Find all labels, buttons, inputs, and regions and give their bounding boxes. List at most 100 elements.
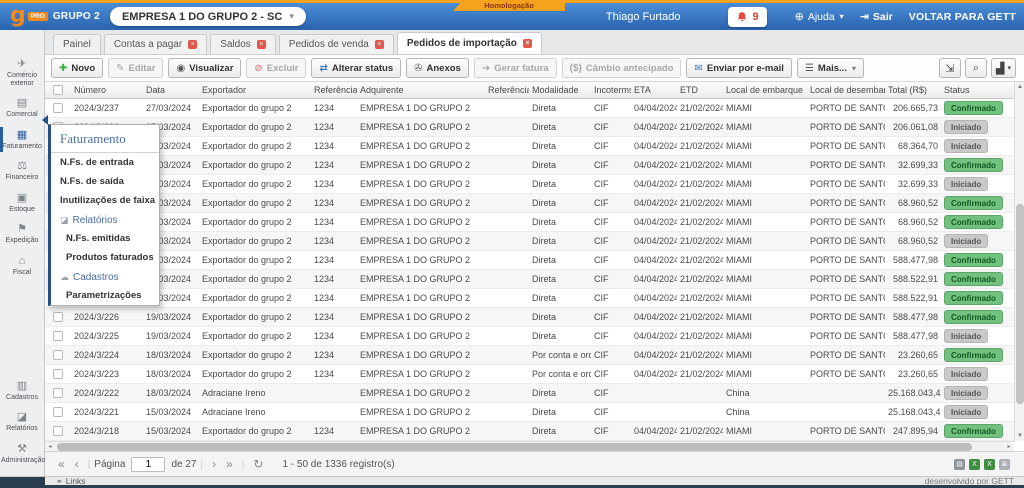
column-header[interactable]: Adquirente [357,85,485,95]
table-row[interactable]: 2024/3/22418/03/2024Exportador do grupo … [45,346,1014,365]
search-button[interactable]: ⌕ [965,58,987,78]
table-row[interactable]: 2024/3/22921/03/2024Exportador do grupo … [45,251,1014,270]
menu-item[interactable]: Parametrizações [51,286,159,305]
links-button[interactable]: ⚭ Links [56,477,86,486]
select-all-checkbox[interactable] [53,85,63,95]
first-page-button[interactable]: « [58,457,65,471]
file-icon[interactable]: ≣ [999,459,1010,470]
table-row[interactable]: 2024/3/22115/03/2024Adraciane IrenoEMPRE… [45,403,1014,422]
company-selector[interactable]: EMPRESA 1 DO GRUPO 2 - SC ▾ [110,7,306,26]
column-header[interactable]: Status [941,85,1003,95]
novo-button[interactable]: ✚Novo [51,58,103,78]
row-checkbox[interactable] [53,369,63,379]
tab-pedidos-de-importacao[interactable]: Pedidos de importação× [397,32,542,54]
column-header[interactable]: Local de desembarque [807,85,885,95]
cell-total: 32.699,33 [885,160,941,170]
table-row[interactable]: 2024/3/23022/03/2024Exportador do grupo … [45,232,1014,251]
table-row[interactable]: 2024/3/23222/03/2024Exportador do grupo … [45,194,1014,213]
page-input[interactable] [131,457,165,472]
table-row[interactable]: 2024/3/22619/03/2024Exportador do grupo … [45,308,1014,327]
row-checkbox[interactable] [53,103,63,113]
table-row[interactable]: 2024/3/23122/03/2024Exportador do grupo … [45,213,1014,232]
sidebar-item-fiscal[interactable]: ⌂Fiscal [0,253,44,279]
close-icon[interactable]: × [257,40,266,49]
menu-item[interactable]: N.Fs. de saída [51,172,159,191]
mais-button[interactable]: ☰Mais...▾ [797,58,864,78]
refresh-button[interactable]: ↻ [253,457,263,471]
column-header[interactable]: Local de embarque [723,85,807,95]
row-checkbox[interactable] [53,331,63,341]
sidebar-item-comercial[interactable]: ▤Comercial [0,95,44,121]
menu-item[interactable]: Inutilizações de faixa [51,191,159,210]
scroll-up-arrow[interactable]: ▲ [1015,82,1024,92]
scroll-down-arrow[interactable]: ▼ [1015,431,1024,441]
row-checkbox[interactable] [53,407,63,417]
table-row[interactable]: 2024/3/22218/03/2024Adraciane IrenoEMPRE… [45,384,1014,403]
sidebar-item-label: Relatórios [0,424,44,433]
back-to-gett-button[interactable]: VOLTAR PARA GETT [909,11,1016,23]
chart-button[interactable]: ▟▾ [991,58,1016,78]
notifications-button[interactable]: 9 [728,7,766,27]
table-row[interactable]: 2024/3/21815/03/2024Exportador do grupo … [45,422,1014,441]
sidebar-item-faturamento[interactable]: ▦Faturamento [0,127,44,153]
row-checkbox[interactable] [53,312,63,322]
tab-painel[interactable]: Painel [53,34,101,54]
table-row[interactable]: 2024/3/22519/03/2024Exportador do grupo … [45,327,1014,346]
excel-icon[interactable]: X [969,459,980,470]
logout-button[interactable]: ⇥ Sair [860,10,893,23]
alterar-status-button[interactable]: ⇄Alterar status [311,58,401,78]
close-icon[interactable]: × [523,39,532,48]
menu-item[interactable]: N.Fs. emitidas [51,229,159,248]
column-header[interactable]: Referência [485,85,529,95]
tab-contas-a-pagar[interactable]: Contas a pagar× [104,34,207,54]
vertical-scroll-thumb[interactable] [1016,204,1024,404]
column-header[interactable]: Modalidade [529,85,591,95]
table-row[interactable]: 2024/3/23627/03/2024Exportador do grupo … [45,118,1014,137]
row-checkbox[interactable] [53,388,63,398]
table-row[interactable]: 2024/3/22719/03/2024Exportador do grupo … [45,289,1014,308]
sidebar-item-administracao[interactable]: ⚒Administração [0,441,44,467]
table-row[interactable]: 2024/3/22820/03/2024Exportador do grupo … [45,270,1014,289]
table-row[interactable]: 2024/3/22318/03/2024Exportador do grupo … [45,365,1014,384]
enviar-por-e-mail-button[interactable]: ✉Enviar por e-mail [686,58,791,78]
visualizar-button[interactable]: ◉Visualizar [168,58,241,78]
prev-page-button[interactable]: ‹ [75,457,79,471]
column-header[interactable]: Referência [311,85,357,95]
sidebar-item-estoque[interactable]: ▣Estoque [0,190,44,216]
tab-saldos[interactable]: Saldos× [210,34,276,54]
horizontal-scroll-thumb[interactable] [57,443,972,451]
table-row[interactable]: 2024/3/23426/03/2024Exportador do grupo … [45,156,1014,175]
column-header[interactable]: ETD [677,85,723,95]
next-page-button[interactable]: › [212,457,216,471]
sidebar-item-expedicao[interactable]: ⚑Expedição [0,221,44,247]
printer-icon[interactable]: ▤ [954,459,965,470]
menu-item[interactable]: N.Fs. de entrada [51,153,159,172]
excel-icon[interactable]: X [984,459,995,470]
help-button[interactable]: ⊕ Ajuda ▾ [795,10,844,23]
last-page-button[interactable]: » [226,457,233,471]
vertical-scrollbar[interactable]: ▲ ▼ [1014,82,1024,441]
close-icon[interactable]: × [188,40,197,49]
sidebar-item-comercio-exterior[interactable]: ✈Comércio exterior [0,56,44,89]
column-header[interactable]: Incoterms® [591,85,631,95]
sidebar-item-cadastros[interactable]: ▥Cadastros [0,378,44,404]
table-row[interactable]: 2024/3/23526/03/2024Exportador do grupo … [45,137,1014,156]
export-button[interactable]: ⇲ [939,58,961,78]
sidebar-item-relatorios[interactable]: ◪Relatórios [0,409,44,435]
column-header[interactable]: Exportador [199,85,311,95]
sidebar-item-financeiro[interactable]: ⚖Financeiro [0,158,44,184]
column-header[interactable]: Número [71,85,143,95]
column-header[interactable]: Total (R$) [885,85,941,95]
tab-pedidos-de-venda[interactable]: Pedidos de venda× [279,34,394,54]
table-row[interactable]: 2024/3/23727/03/2024Exportador do grupo … [45,99,1014,118]
column-header[interactable]: ETA [631,85,677,95]
horizontal-scrollbar[interactable]: ◂ ▸ [45,441,1014,451]
menu-item[interactable]: Produtos faturados [51,248,159,267]
column-header[interactable]: Data [143,85,199,95]
anexos-button[interactable]: ✇Anexos [406,58,469,78]
close-icon[interactable]: × [375,40,384,49]
row-checkbox[interactable] [53,426,63,436]
cell-adquirente: EMPRESA 1 DO GRUPO 2 [357,103,485,113]
table-row[interactable]: 2024/3/23326/03/2024Exportador do grupo … [45,175,1014,194]
row-checkbox[interactable] [53,350,63,360]
